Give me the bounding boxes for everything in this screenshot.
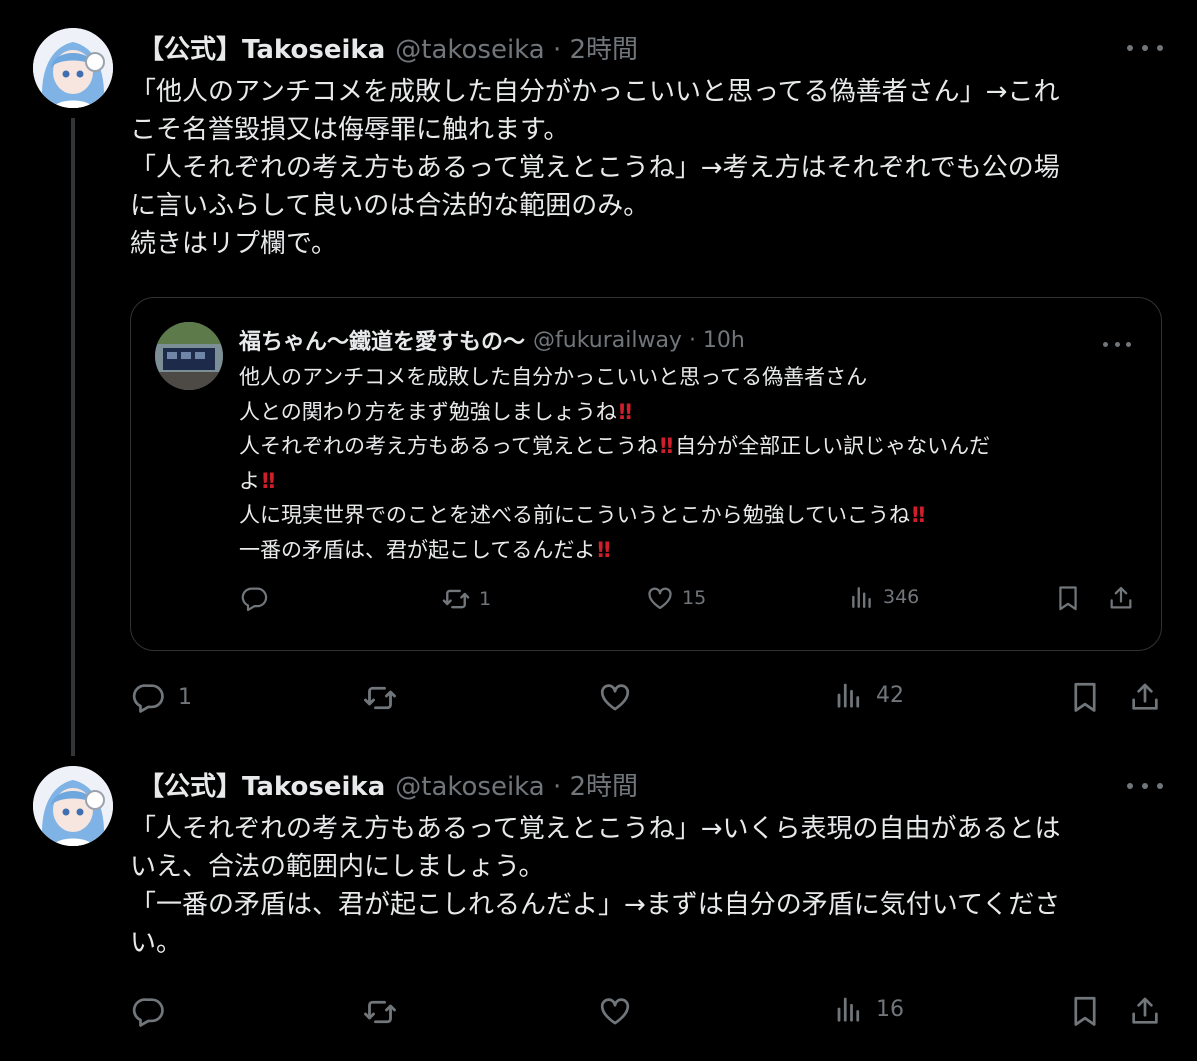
quoted-line: 一番の矛盾は、君が起こしてるんだよ‼ <box>239 537 611 562</box>
views-icon <box>834 680 864 710</box>
views-icon <box>849 584 875 610</box>
author-name[interactable]: 【公式】Takoseika <box>138 29 385 66</box>
author-handle[interactable]: @takoseika · 2時間 <box>395 766 638 803</box>
share-button[interactable] <box>1107 584 1135 612</box>
share-icon <box>1128 680 1162 714</box>
quoted-line: 人それぞれの考え方もあるって覚えとこうね‼ 自分が全部正しい訳じゃないんだ <box>239 434 991 459</box>
quoted-tweet[interactable]: 福ちゃん〜鐵道を愛すもの〜 @fukurailway · 10h 他人のアンチコ… <box>130 297 1162 651</box>
repost-button[interactable] <box>362 680 410 716</box>
share-icon <box>1107 584 1135 612</box>
like-button[interactable] <box>598 994 644 1028</box>
repost-icon <box>441 584 471 614</box>
avatar[interactable] <box>33 28 113 108</box>
tweet-header: 【公式】Takoseika @takoseika · 2時間 <box>138 29 638 65</box>
tweet-header: 【公式】Takoseika @takoseika · 2時間 <box>138 766 638 802</box>
like-icon <box>598 994 632 1028</box>
views-button[interactable]: 16 <box>834 994 904 1024</box>
views-button[interactable]: 42 <box>834 680 904 710</box>
reply-button[interactable] <box>132 994 178 1028</box>
thread-line <box>71 118 75 756</box>
text-line: 「人それぞれの考え方もあるって覚えとこうね」→考え方はそれぞれでも公の場 <box>130 153 1060 183</box>
double-exclamation-icon: ‼ <box>618 399 632 424</box>
like-icon <box>646 584 674 612</box>
text-line: こそ名誉毀損又は侮辱罪に触れます。 <box>130 115 570 145</box>
share-icon <box>1128 994 1162 1028</box>
quoted-author-name[interactable]: 福ちゃん〜鐵道を愛すもの〜 <box>239 324 525 356</box>
quoted-line: 人に現実世界でのことを述べる前にこういうとこから勉強していこうね‼ <box>239 503 925 528</box>
bookmark-icon <box>1054 584 1082 612</box>
views-icon <box>834 994 864 1024</box>
tweet-text: 「他人のアンチコメを成敗した自分がかっこいいと思ってる偽善者さん」→これ こそ名… <box>130 73 1150 263</box>
reply-button[interactable]: 1 <box>132 680 192 714</box>
author-name[interactable]: 【公式】Takoseika <box>138 766 385 803</box>
action-bar: 16 <box>0 994 1197 1034</box>
reply-button[interactable] <box>241 584 277 612</box>
repost-icon <box>362 994 398 1030</box>
bookmark-icon <box>1068 994 1102 1028</box>
tweet[interactable]: 【公式】Takoseika @takoseika · 2時間 「人それぞれの考え… <box>0 752 1197 1061</box>
text-line: い。 <box>130 928 183 958</box>
double-exclamation-icon: ‼ <box>262 468 275 493</box>
quoted-line: 他人のアンチコメを成敗した自分かっこいいと思ってる偽善者さん <box>239 365 868 389</box>
text-line: 「一番の矛盾は、君が起こしれるんだよ」→まずは自分の矛盾に気付いてくださ <box>130 890 1061 920</box>
text-line: に言いふらして良いのは合法的な範囲のみ。 <box>130 191 650 221</box>
quoted-line: 人との関わり方をまず勉強しましょうね‼ <box>239 399 632 424</box>
double-exclamation-icon: ‼ <box>911 503 925 528</box>
bookmark-button[interactable] <box>1054 584 1082 612</box>
text-line: 続きはリプ欄で。 <box>130 229 337 259</box>
like-icon <box>598 680 632 714</box>
quoted-avatar[interactable] <box>155 322 223 390</box>
reply-icon <box>241 584 269 612</box>
reply-icon <box>132 994 166 1028</box>
quoted-text: 他人のアンチコメを成敗した自分かっこいいと思ってる偽善者さん 人との関わり方をま… <box>239 360 990 568</box>
reply-icon <box>132 680 166 714</box>
more-icon[interactable] <box>1127 38 1163 58</box>
more-icon[interactable] <box>1103 336 1131 352</box>
quoted-line: よ‼ <box>239 468 275 493</box>
double-exclamation-icon: ‼ <box>659 434 673 459</box>
quoted-header: 福ちゃん〜鐵道を愛すもの〜 @fukurailway · 10h <box>239 322 745 358</box>
quoted-action-bar: 1 15 346 <box>131 584 1163 624</box>
views-button[interactable]: 346 <box>849 584 919 610</box>
author-handle[interactable]: @takoseika · 2時間 <box>395 29 638 66</box>
quoted-author-handle[interactable]: @fukurailway · 10h <box>533 328 745 353</box>
like-button[interactable]: 15 <box>646 584 706 612</box>
avatar[interactable] <box>33 766 113 846</box>
double-exclamation-icon: ‼ <box>597 537 610 562</box>
bookmark-icon <box>1068 680 1102 714</box>
action-bar: 1 42 <box>0 680 1197 720</box>
repost-icon <box>362 680 398 716</box>
tweet-text: 「人それぞれの考え方もあるって覚えとこうね」→いくら表現の自由があるとは いえ、… <box>130 810 1150 962</box>
tweet[interactable]: 【公式】Takoseika @takoseika · 2時間 「他人のアンチコメ… <box>0 0 1197 760</box>
share-button[interactable] <box>1128 680 1162 714</box>
more-icon[interactable] <box>1127 776 1163 796</box>
text-line: いえ、合法の範囲内にしましょう。 <box>130 852 545 882</box>
text-line: 「他人のアンチコメを成敗した自分がかっこいいと思ってる偽善者さん」→これ <box>130 77 1060 107</box>
share-button[interactable] <box>1128 994 1162 1028</box>
bookmark-button[interactable] <box>1068 680 1102 714</box>
like-button[interactable] <box>598 680 644 714</box>
repost-button[interactable] <box>362 994 410 1030</box>
text-line: 「人それぞれの考え方もあるって覚えとこうね」→いくら表現の自由があるとは <box>130 814 1061 844</box>
bookmark-button[interactable] <box>1068 994 1102 1028</box>
repost-button[interactable]: 1 <box>441 584 491 614</box>
